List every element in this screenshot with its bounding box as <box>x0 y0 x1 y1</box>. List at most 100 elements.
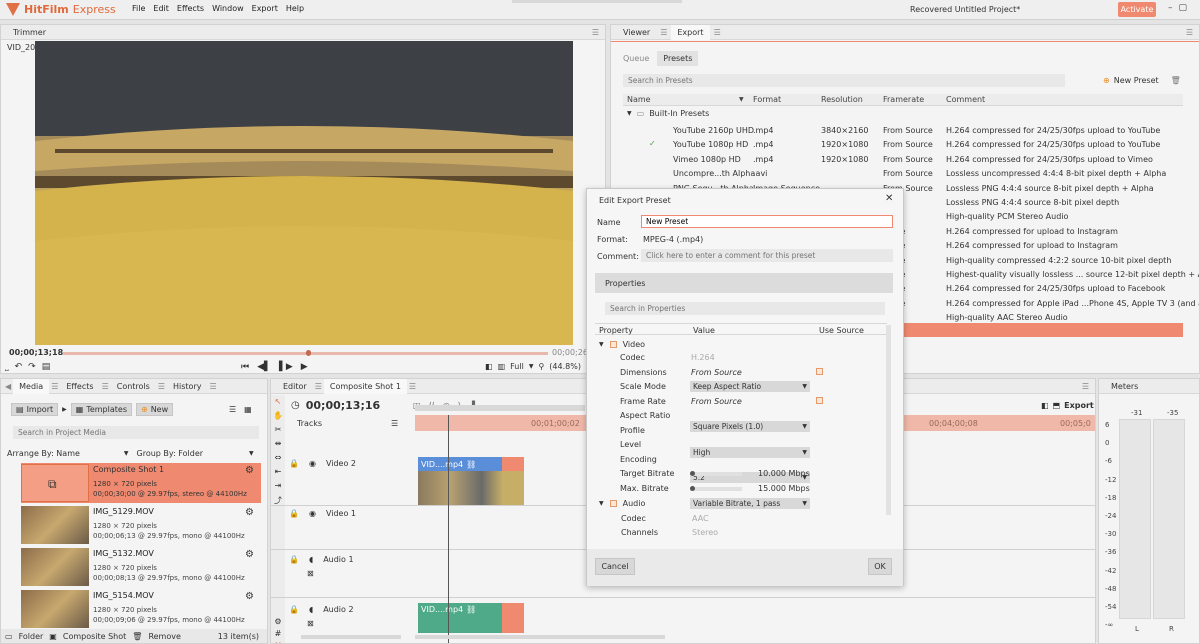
razor-tool-icon[interactable]: ✂ <box>275 425 282 434</box>
group-select[interactable]: Group By: Folder <box>137 449 204 458</box>
audio-group-checkbox[interactable] <box>609 500 617 507</box>
slip-tool-icon[interactable]: ⇹ <box>275 439 282 448</box>
lock-icon[interactable]: 🔒 <box>289 555 299 564</box>
settings-icon[interactable]: ⚙ <box>245 549 254 560</box>
expand-icon[interactable]: ▼ <box>599 341 604 348</box>
presets-search-input[interactable] <box>623 74 1065 87</box>
menu-file[interactable]: File <box>132 4 145 13</box>
tab-composite-shot[interactable]: Composite Shot 1 <box>323 379 407 394</box>
new-preset-button[interactable]: New Preset <box>1114 76 1159 85</box>
cancel-button[interactable]: Cancel <box>595 558 635 575</box>
settings-icon[interactable]: ⚙ <box>245 465 254 476</box>
tabs-prev-icon[interactable]: ◀ <box>5 382 11 391</box>
video-group[interactable]: ▼ Video <box>599 340 645 349</box>
folder-button[interactable]: Folder <box>19 632 44 641</box>
expand-icon[interactable]: ▼ <box>627 110 632 117</box>
audio-group[interactable]: ▼ Audio <box>599 499 645 508</box>
media-search-input[interactable] <box>13 426 259 439</box>
use-source-checkbox[interactable] <box>816 396 823 404</box>
insert-icon[interactable]: ▤ <box>42 362 51 372</box>
tracks-menu-icon[interactable]: ☰ <box>391 419 398 428</box>
audio-clip[interactable]: VID....mp4 ⛓ <box>418 603 524 633</box>
history-menu-icon[interactable]: ☰ <box>209 382 216 391</box>
select-tool-icon[interactable]: ↖ <box>275 397 282 406</box>
properties-search-input[interactable] <box>605 302 885 315</box>
tab-history[interactable]: History <box>167 379 207 394</box>
media-item[interactable]: ⧉ Composite Shot 1 1280 × 720 pixels 00;00;… <box>21 463 261 503</box>
preset-row[interactable]: ✓ YouTube 1080p HD .mp4 1920×1080 From Sourc… <box>623 137 1183 151</box>
slider-track[interactable] <box>690 472 742 476</box>
list-view-icon[interactable]: ☰ <box>229 405 236 414</box>
prop-select[interactable]: Keep Aspect Ratio <box>690 381 810 392</box>
arrange-select[interactable]: Arrange By: Name <box>7 449 80 458</box>
speaker-icon[interactable]: ◖ <box>309 555 313 564</box>
grid-icon[interactable]: # <box>275 629 282 638</box>
prop-select[interactable]: High <box>690 446 810 458</box>
step-fwd-icon[interactable]: ▌▶ <box>279 362 293 372</box>
col-format[interactable]: Format <box>753 95 781 104</box>
menu-export[interactable]: Export <box>252 4 278 13</box>
remove-button[interactable]: Remove <box>148 632 180 641</box>
panel-menu-icon[interactable]: ☰ <box>592 28 599 37</box>
templates-button[interactable]: ▦ Templates <box>70 403 132 416</box>
lock-icon[interactable]: 🔒 <box>289 605 299 614</box>
mark-in-icon[interactable]: ⎵ <box>5 362 9 372</box>
comment-input[interactable] <box>641 249 893 262</box>
ok-button[interactable]: OK <box>868 558 892 575</box>
play-icon[interactable]: ▶ <box>301 362 308 372</box>
menu-effects[interactable]: Effects <box>177 4 204 13</box>
video-preview[interactable] <box>35 41 573 345</box>
speaker-icon[interactable]: ◖ <box>309 605 313 614</box>
delete-icon[interactable]: 🗑 <box>1171 76 1181 85</box>
undo-icon[interactable]: ↶ <box>15 362 23 372</box>
col-name[interactable]: Name <box>627 95 651 104</box>
import-dropdown-icon[interactable]: ▶ <box>62 406 67 413</box>
viewer-menu-icon[interactable]: ☰ <box>660 28 667 37</box>
eye-icon[interactable]: ◉ <box>309 509 316 518</box>
audio-link-icon[interactable]: ⊠ <box>307 569 314 578</box>
prop-select[interactable]: Square Pixels (1.0) <box>690 421 810 432</box>
prev-frame-icon[interactable]: ⏮ <box>241 362 249 372</box>
controls-menu-icon[interactable]: ☰ <box>158 382 165 391</box>
panel-menu-icon[interactable]: ☰ <box>1186 28 1193 37</box>
media-item[interactable]: IMG_5132.MOV 1280 × 720 pixels 00;00;08;13… <box>21 547 261 587</box>
overlay-icon[interactable]: ◧ <box>485 362 493 371</box>
new-button[interactable]: ⊕ New <box>135 403 174 416</box>
col-resolution[interactable]: Resolution <box>821 95 863 104</box>
col-comment[interactable]: Comment <box>946 95 985 104</box>
timeline-scroll[interactable] <box>415 405 585 411</box>
menu-help[interactable]: Help <box>286 4 304 13</box>
quality-select[interactable]: Full <box>510 362 524 371</box>
tab-export[interactable]: Export <box>671 25 710 40</box>
composite-menu-icon[interactable]: ☰ <box>409 382 416 391</box>
preset-row[interactable]: Vimeo 1080p HD .mp4 1920×1080 From Source H.… <box>623 152 1183 166</box>
video-group-checkbox[interactable] <box>609 341 617 348</box>
slide-tool-icon[interactable]: ⇔ <box>275 453 282 462</box>
tab-meters[interactable]: Meters <box>1105 379 1144 394</box>
grid-view-icon[interactable]: ▦ <box>244 405 252 414</box>
slider-handle[interactable] <box>690 471 695 476</box>
trimmer-playhead[interactable] <box>306 350 311 356</box>
col-framerate[interactable]: Framerate <box>883 95 924 104</box>
preset-row[interactable]: Uncompre...th Alpha .avi From Source Lossle… <box>623 166 1183 180</box>
preset-name-input[interactable] <box>641 215 893 228</box>
close-icon[interactable]: ✕ <box>885 193 893 204</box>
editor-menu-icon[interactable]: ☰ <box>315 382 322 391</box>
tab-trimmer[interactable]: Trimmer <box>7 25 52 40</box>
maximize-icon[interactable]: ▢ <box>1179 3 1188 13</box>
slider-handle[interactable] <box>690 485 695 491</box>
timeline-h-scrollbar[interactable] <box>415 635 665 639</box>
tab-editor[interactable]: Editor <box>277 379 313 394</box>
timeline-playhead[interactable] <box>448 415 449 643</box>
ripple-tool-icon[interactable]: ⇤ <box>275 467 282 476</box>
media-menu-icon[interactable]: ☰ <box>51 382 58 391</box>
properties-scrollbar[interactable] <box>886 325 891 515</box>
tab-effects[interactable]: Effects <box>60 379 99 394</box>
eye-icon[interactable]: ◉ <box>309 459 316 468</box>
hand-tool-icon[interactable]: ✋ <box>273 411 283 420</box>
use-source-checkbox[interactable] <box>816 367 823 375</box>
export-icon[interactable]: ⬒ <box>1053 401 1061 410</box>
render-icon[interactable]: ◧ <box>1041 401 1049 410</box>
redo-icon[interactable]: ↷ <box>28 362 36 372</box>
effects-menu-icon[interactable]: ☰ <box>102 382 109 391</box>
